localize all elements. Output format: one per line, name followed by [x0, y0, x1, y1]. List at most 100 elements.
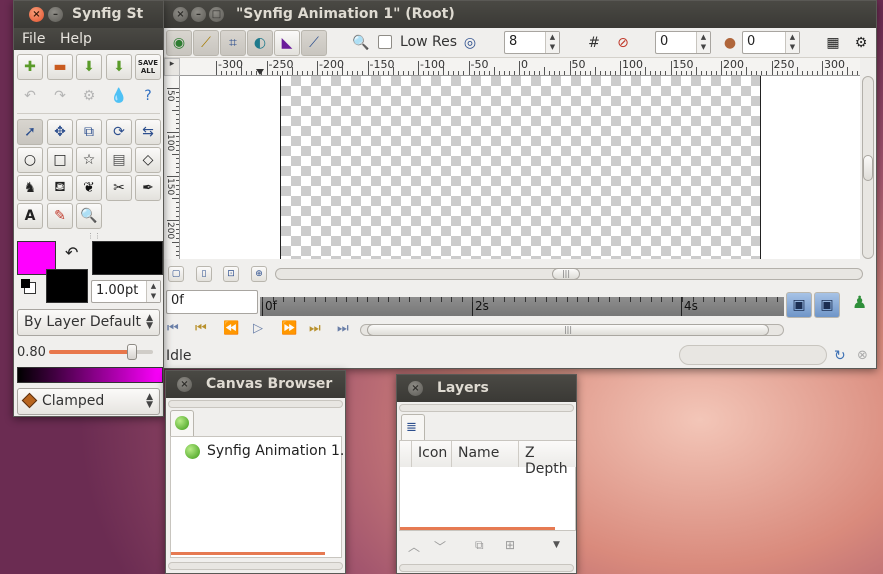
vertical-scrollbar-thumb[interactable]	[863, 155, 873, 181]
spline-tool-icon[interactable]: ♞	[17, 175, 43, 201]
transform-tool-icon[interactable]: ➚	[17, 119, 43, 145]
close-icon[interactable]: ×	[408, 381, 423, 396]
seek-begin-icon[interactable]: ⏮	[167, 321, 179, 336]
keyframe-lock-icon[interactable]: ▣	[814, 292, 840, 318]
animation-mode-icon[interactable]: ▣	[786, 292, 812, 318]
sketch-tool-icon[interactable]: ✎	[47, 203, 73, 229]
prev-frame-icon[interactable]: ⏪	[223, 321, 239, 336]
close-icon[interactable]: ×	[177, 377, 192, 392]
scale-tool-icon[interactable]: ⧉	[76, 119, 102, 145]
encapsulate-layer-icon[interactable]: ⊞	[505, 538, 515, 552]
time-scrollbar-thumb[interactable]: |||	[367, 324, 769, 336]
raise-layer-icon[interactable]: ︿	[408, 538, 420, 555]
show-vertex-handles-icon[interactable]: ⟋	[193, 30, 219, 56]
swap-colors-icon[interactable]: ↶	[65, 243, 78, 262]
onion-future-spin-arrows[interactable]: ▲ ▼	[785, 32, 799, 53]
brush-width-field[interactable]: 1.00pt ▲ ▼	[91, 280, 161, 303]
fill-color-preview[interactable]	[46, 269, 88, 303]
zoom-in-small-icon[interactable]: ⊕	[251, 266, 267, 282]
ruler-corner[interactable]: ▸	[164, 58, 180, 76]
save-icon[interactable]: ⬇	[76, 54, 102, 80]
lower-layer-icon[interactable]: ﹀	[434, 538, 446, 555]
eyedropper-tool-icon[interactable]: ✒	[135, 175, 161, 201]
layer-menu-icon[interactable]: ▼	[553, 540, 560, 550]
rotate-tool-icon[interactable]: ⟳	[106, 119, 132, 145]
seek-end-icon[interactable]: ⏭	[337, 321, 349, 336]
setup-gear-icon[interactable]: ⚙	[76, 83, 102, 109]
show-angle-handles-icon[interactable]: ⟋	[301, 30, 327, 56]
quality-spin-field[interactable]: 8 ▲ ▼	[504, 31, 560, 54]
brush-width-spin[interactable]: ▲ ▼	[146, 281, 160, 302]
star-tool-icon[interactable]: ☆	[76, 147, 102, 173]
horizontal-ruler[interactable]: -300 -250 -200 -150 -100 -50 0 50 100 150 200 250 30…	[180, 58, 860, 76]
canvas-checkerboard[interactable]	[280, 76, 761, 259]
close-icon[interactable]: ×	[29, 7, 44, 22]
default-colors-icon[interactable]	[21, 279, 36, 294]
save-all-button[interactable]: SAVE ALL	[135, 54, 161, 80]
help-icon[interactable]: ?	[135, 83, 161, 109]
show-width-handles-icon[interactable]: ◣	[274, 30, 300, 56]
close-icon[interactable]: ×	[173, 7, 188, 22]
canvas-window-titlebar[interactable]: × – □ "Synfig Animation 1" (Root)	[164, 1, 876, 28]
layers-column-zdepth[interactable]: Z Depth	[519, 441, 576, 477]
text-tool-icon[interactable]: A	[17, 203, 43, 229]
preview-icon[interactable]: ⚙	[848, 30, 874, 56]
layers-column-name[interactable]: Name	[452, 441, 519, 467]
open-file-icon[interactable]: ▬	[47, 54, 73, 80]
next-keyframe-icon[interactable]: ⏭	[309, 321, 321, 336]
prev-keyframe-icon[interactable]: ⏮	[195, 321, 207, 336]
redo-icon[interactable]: ↷	[47, 83, 73, 109]
toolbox-titlebar[interactable]: × – Synfig St	[14, 1, 163, 28]
horizontal-scrollbar[interactable]: |||	[275, 268, 863, 280]
show-position-handles-icon[interactable]: ◉	[166, 30, 192, 56]
onion-future-icon[interactable]: ●	[717, 30, 743, 56]
zoom-100-icon[interactable]: ⊡	[223, 266, 239, 282]
undo-icon[interactable]: ↶	[17, 83, 43, 109]
render-icon[interactable]: ▦	[820, 30, 846, 56]
new-file-icon[interactable]: ✚	[17, 54, 43, 80]
quality-icon[interactable]: ◎	[457, 30, 483, 56]
quality-spin-arrows[interactable]: ▲ ▼	[545, 32, 559, 53]
timeline-bar[interactable]: 0f 2s 4s	[260, 297, 784, 316]
play-icon[interactable]: ▷	[253, 321, 263, 336]
show-tangent-handles-icon[interactable]: ⌗	[220, 30, 246, 56]
minimize-icon[interactable]: –	[48, 7, 63, 22]
rectangle-tool-icon[interactable]: □	[47, 147, 73, 173]
gradient-preview[interactable]	[17, 367, 163, 383]
maximize-icon[interactable]: □	[209, 7, 224, 22]
layers-column-icon[interactable]: Icon	[412, 441, 452, 467]
current-time-field[interactable]: 0f	[166, 290, 258, 314]
layers-tab[interactable]: ≣	[401, 414, 425, 440]
toggle-canvas-menu-icon[interactable]: ▢	[168, 266, 184, 282]
mirror-tool-icon[interactable]: ⇆	[135, 119, 161, 145]
onion-past-spin-arrows[interactable]: ▲ ▼	[696, 32, 710, 53]
horizontal-scrollbar-thumb[interactable]: |||	[552, 268, 580, 280]
refresh-icon[interactable]: ↻	[834, 348, 846, 364]
polygon-tool-icon[interactable]: ◇	[135, 147, 161, 173]
menu-file[interactable]: File	[22, 31, 45, 47]
duplicate-layer-icon[interactable]: ⧉	[475, 538, 484, 553]
onion-past-spin-field[interactable]: 0 ▲ ▼	[655, 31, 711, 54]
zoom-fit-icon[interactable]: ▯	[196, 266, 212, 282]
canvas-browser-tab[interactable]	[170, 410, 194, 436]
vertical-ruler[interactable]: 50 100 150 200	[164, 76, 180, 259]
minimize-icon[interactable]: –	[191, 7, 206, 22]
low-res-checkbox[interactable]	[378, 35, 392, 49]
cutout-tool-icon[interactable]: ✂	[106, 175, 132, 201]
zoom-tool-icon[interactable]: 🔍	[76, 203, 102, 229]
canvas-browser-titlebar[interactable]: × Canvas Browser	[166, 371, 345, 398]
time-scrollbar[interactable]: |||	[360, 324, 784, 336]
zoom-out-icon[interactable]: 🔍	[348, 30, 374, 56]
vertical-scrollbar[interactable]	[862, 76, 874, 259]
render-drop-icon[interactable]: 💧	[106, 83, 132, 109]
onion-skin-toggle-icon[interactable]: ⊘	[610, 30, 636, 56]
blend-method-dropdown[interactable]: By Layer Default ▲ ▼	[17, 309, 160, 336]
smooth-move-tool-icon[interactable]: ✥	[47, 119, 73, 145]
grid-icon[interactable]: #	[581, 30, 607, 56]
animation-figure-icon[interactable]: ♟	[852, 293, 867, 313]
save-as-icon[interactable]: ⬇	[106, 54, 132, 80]
opacity-slider-handle[interactable]	[127, 344, 138, 360]
draw-tool-icon[interactable]: ❦	[76, 175, 102, 201]
onion-future-spin-field[interactable]: 0 ▲ ▼	[742, 31, 800, 54]
interpolation-dropdown[interactable]: Clamped ▲ ▼	[17, 388, 160, 415]
